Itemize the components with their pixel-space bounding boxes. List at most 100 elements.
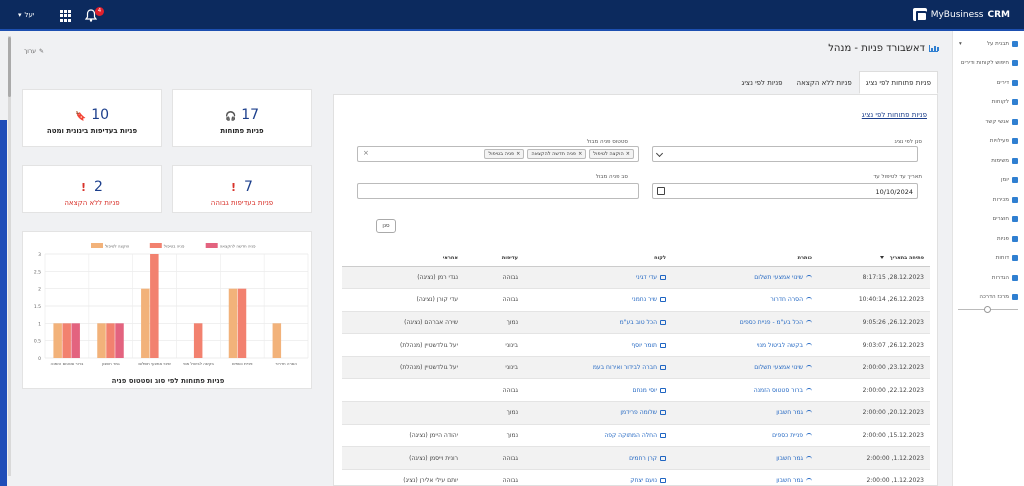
- col-opened-date[interactable]: פתיחה בתאריך: [818, 251, 930, 267]
- bookmark-icon: 🔖: [74, 112, 87, 122]
- table-row[interactable]: 23.12.2023, 2:00:00 שינוי אמצעי תשלום חברה…: [342, 356, 930, 380]
- sidebar-collapse-handle[interactable]: [984, 306, 991, 313]
- calendar-icon[interactable]: [657, 187, 665, 195]
- card-label: פניות פתוחות: [220, 127, 264, 135]
- sidebar-item-search[interactable]: חיפוש לקוחות ודירים: [953, 54, 1024, 74]
- date-filter-label: תאריך עד לטיפול עד: [873, 174, 922, 180]
- users-icon: [1012, 99, 1018, 106]
- clear-icon[interactable]: ×: [363, 149, 369, 157]
- brand-logo[interactable]: MyBusiness CRM: [912, 8, 1010, 22]
- sidebar-item-customers[interactable]: לקוחות: [953, 93, 1024, 113]
- sidebar-item-dashboard[interactable]: ▾ תבנית על: [953, 34, 1024, 54]
- table-row[interactable]: 28.12.2023, 8:17:15 שינוי אמצעי תשלום עדי …: [342, 266, 930, 290]
- filter-button[interactable]: סנן: [376, 219, 396, 233]
- people-icon: [1012, 79, 1018, 86]
- cell-owner: שירה אברהם (נציגה): [342, 311, 464, 335]
- cell-title[interactable]: גמר חשבון: [672, 401, 818, 425]
- sidebar-item-settings[interactable]: הגדרות: [953, 268, 1024, 288]
- edit-dashboard-link[interactable]: ערוך ✎: [24, 48, 44, 55]
- cell-title[interactable]: ברור סטטוס הזמנה: [672, 378, 818, 403]
- y-tick-label: 2: [38, 287, 41, 293]
- sidebar-item-tasks[interactable]: משימות: [953, 151, 1024, 171]
- table-row[interactable]: 26.12.2023, 9:05:26 הכל בע"מ - פניית כספי…: [342, 311, 930, 335]
- bar: [115, 323, 124, 358]
- cell-date: 26.12.2023, 9:05:26: [818, 311, 930, 335]
- sidebar-item-activities[interactable]: פעילויות: [953, 132, 1024, 152]
- cell-title[interactable]: הסרה חדרור: [672, 288, 818, 312]
- headset-icon: [806, 478, 812, 483]
- table-row[interactable]: 1.12.2023, 2:00:00 גמר חשבון קרן רחמים גבוה…: [342, 446, 930, 470]
- table-header-row: פתיחה בתאריך כותרת לקוח עדיפות אחראי: [342, 251, 930, 267]
- card-high-priority[interactable]: ! 7 פניות בעדיפות גבוהה: [172, 165, 312, 213]
- cell-title[interactable]: הכל בע"מ - פניית כספים: [672, 311, 818, 335]
- card-open-tickets[interactable]: 🎧 17 פניות פתוחות: [172, 89, 312, 147]
- cell-priority: גבוהה: [464, 266, 524, 290]
- bar: [150, 254, 159, 358]
- status-chip[interactable]: הוקצה לטיפול ×: [589, 149, 634, 159]
- user-menu[interactable]: ▾ יעל: [18, 11, 34, 19]
- headset-icon: [1012, 235, 1018, 242]
- sidebar-item-calendar[interactable]: יומן: [953, 171, 1024, 191]
- apps-grid-icon[interactable]: [60, 10, 72, 22]
- cell-title[interactable]: שינוי אמצעי תשלום: [672, 356, 818, 380]
- col-priority[interactable]: עדיפות: [464, 251, 524, 267]
- col-customer[interactable]: לקוח: [524, 251, 672, 267]
- sidebar-item-reports[interactable]: דוחות: [953, 249, 1024, 269]
- panel-subtitle-link[interactable]: פניות פתוחות לפי נציג: [862, 111, 927, 119]
- card-value: 2: [94, 179, 103, 195]
- cell-owner: [342, 378, 464, 403]
- col-owner[interactable]: אחראי: [342, 251, 464, 267]
- cell-title[interactable]: שינוי אמצעי תשלום: [672, 266, 818, 290]
- y-tick-label: 2.5: [34, 269, 41, 275]
- close-icon: ×: [625, 151, 630, 157]
- x-tick-label: ברור סטטוס הזמנה: [50, 361, 84, 366]
- status-chip[interactable]: פניה חדשה להקצאה ×: [527, 149, 587, 159]
- tab-open-by-agent[interactable]: פניות פתוחות לפי נציג: [858, 71, 938, 94]
- scrollbar-thumb[interactable]: [8, 37, 11, 97]
- sidebar-item-sales[interactable]: מכירות: [953, 190, 1024, 210]
- sidebar-item-tickets[interactable]: פניות: [953, 229, 1024, 249]
- date-filter-input[interactable]: 10/10/2024: [652, 183, 918, 199]
- card-medium-priority[interactable]: 🔖 10 פניות בעדיפות בינונית ומטה: [22, 89, 162, 147]
- table-row[interactable]: 1.12.2023, 2:00:00 גמר חשבון נועם יצחק גבוה…: [342, 469, 930, 486]
- sidebar: ▾ תבנית על חיפוש לקוחות ודירים דירים לקו…: [952, 31, 1024, 486]
- card-unassigned[interactable]: ! 2 פניות ללא הקצאה: [22, 165, 162, 213]
- cell-customer[interactable]: נועם יצחק: [524, 469, 672, 486]
- sidebar-item-products[interactable]: חוצרים: [953, 210, 1024, 230]
- cell-title[interactable]: גמר חשבון: [672, 469, 818, 486]
- cell-customer[interactable]: יוסי מנחם: [524, 378, 672, 403]
- cell-customer[interactable]: תומר יוסף: [524, 333, 672, 357]
- cell-customer[interactable]: הכל טוב בע"מ: [524, 311, 672, 335]
- cell-customer[interactable]: עדי דגיני: [524, 266, 672, 290]
- customer-icon: [660, 455, 666, 461]
- customer-icon: [660, 432, 666, 438]
- scrollbar-track[interactable]: [8, 36, 11, 476]
- status-chip[interactable]: פניה בטיפול ×: [484, 149, 525, 159]
- sidebar-item-training[interactable]: מרכז הדרכה: [953, 288, 1024, 308]
- sidebar-item-tenants[interactable]: דירים: [953, 73, 1024, 93]
- x-tick-label: גמר חשבון: [102, 361, 120, 366]
- cell-title[interactable]: בקשה לביטול מנוי: [672, 333, 818, 357]
- cell-customer[interactable]: החלה המתוקה קפה: [524, 424, 672, 448]
- table-row[interactable]: 22.12.2023, 2:00:00 ברור סטטוס הזמנה יוסי …: [342, 378, 930, 403]
- status-filter-multiselect[interactable]: × הוקצה לטיפול × פניה חדשה להקצאה × פניה ב…: [357, 146, 639, 162]
- type-filter-input[interactable]: [357, 183, 639, 199]
- cell-customer[interactable]: שיר נחמני: [524, 288, 672, 312]
- table-row[interactable]: 26.12.2023, 9:03:07 בקשה לביטול מנוי תומר …: [342, 333, 930, 357]
- calendar-icon: [1012, 177, 1018, 184]
- table-row[interactable]: 20.12.2023, 2:00:00 גמר חשבון שלומה פרידמן…: [342, 401, 930, 425]
- sort-icon: [879, 256, 884, 260]
- cell-customer[interactable]: שלומה פרידמן: [524, 401, 672, 425]
- agent-filter-select[interactable]: [652, 146, 918, 162]
- table-row[interactable]: 26.12.2023, 10:40:14 הסרה חדרור שיר נחמני ג…: [342, 288, 930, 312]
- cell-customer[interactable]: קרן רחמים: [524, 446, 672, 470]
- chart-icon: [1012, 40, 1018, 47]
- cell-customer[interactable]: חברה לבידור ואירוח בעמ: [524, 356, 672, 380]
- tab-by-agent[interactable]: פניות לפי נציג: [734, 71, 789, 94]
- table-row[interactable]: 15.12.2023, 2:00:00 פניית כספים החלה המתוק…: [342, 424, 930, 448]
- sidebar-item-contacts[interactable]: אנשי קשר: [953, 112, 1024, 132]
- col-title[interactable]: כותרת: [672, 251, 818, 267]
- cell-title[interactable]: פניית כספים: [672, 424, 818, 448]
- tab-unassigned[interactable]: פניות ללא הקצאה: [790, 71, 859, 94]
- cell-title[interactable]: גמר חשבון: [672, 446, 818, 470]
